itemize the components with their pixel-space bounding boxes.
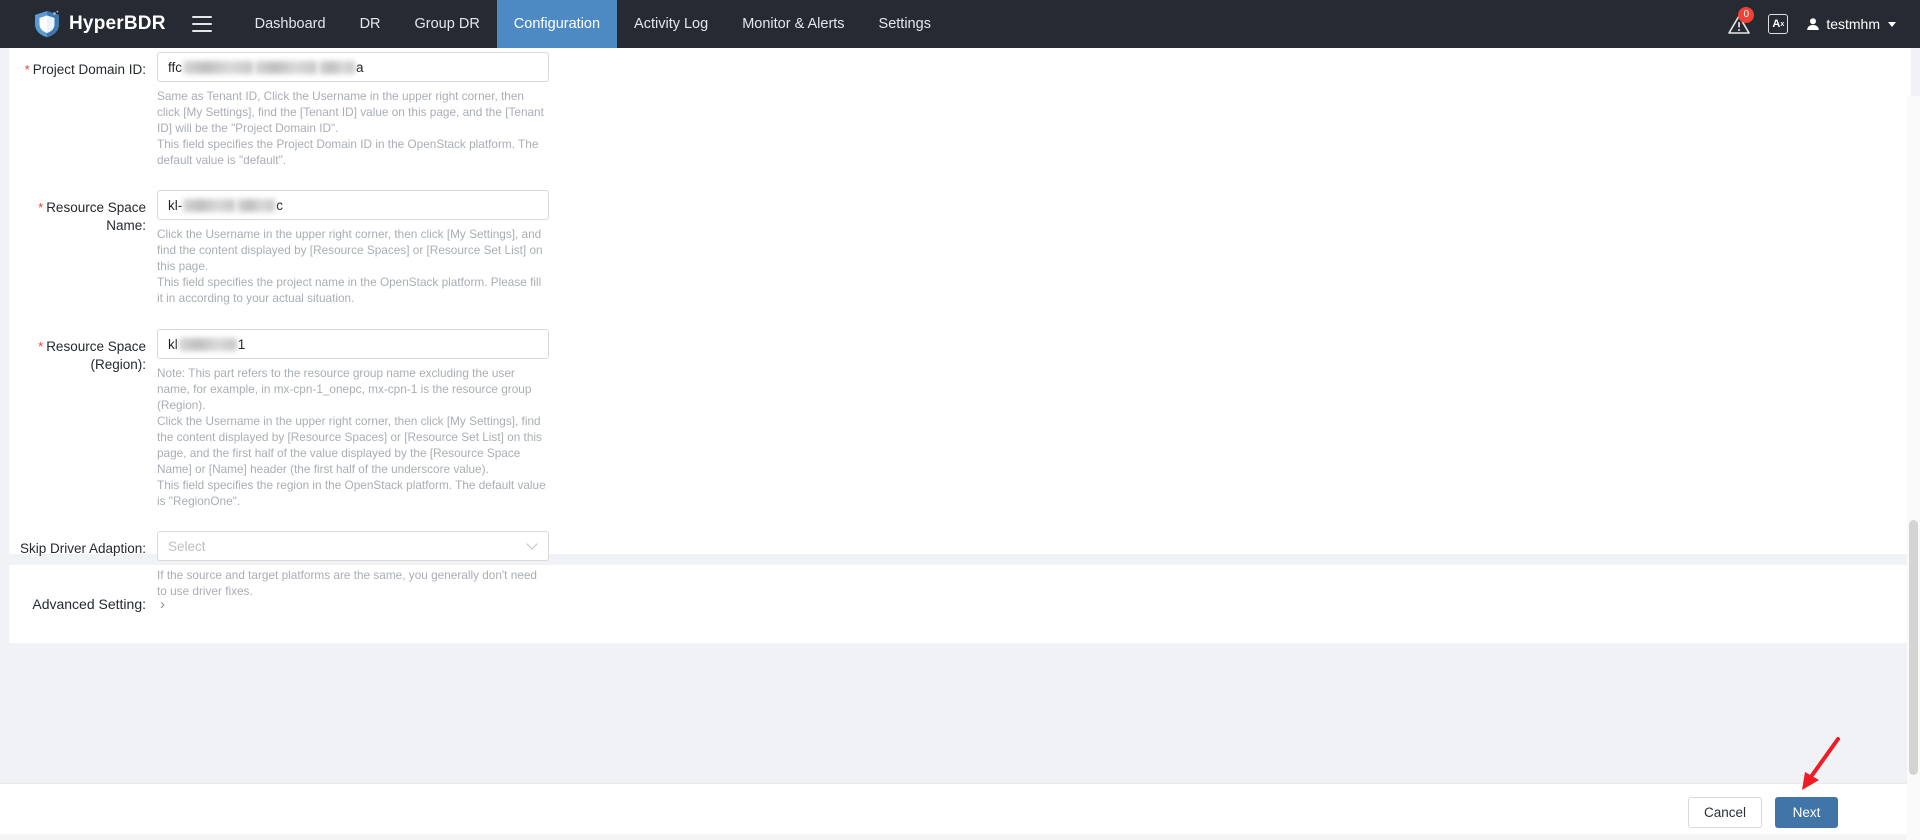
help-text-skip-driver-adaption: If the source and target platforms are t… bbox=[157, 568, 537, 598]
user-avatar-icon bbox=[1807, 18, 1820, 30]
skip-driver-adaption-select[interactable]: Select bbox=[157, 531, 549, 561]
brand-name: HyperBDR bbox=[69, 13, 166, 34]
translate-sup: x bbox=[1780, 20, 1785, 28]
redacted-text bbox=[178, 338, 237, 352]
skip-driver-adaption-placeholder: Select bbox=[168, 538, 206, 554]
cancel-button[interactable]: Cancel bbox=[1687, 796, 1762, 828]
resource-space-name-input[interactable]: kl-c bbox=[157, 190, 549, 220]
redacted-text bbox=[255, 61, 318, 75]
top-navigation-bar: HyperBDR Dashboard DR Group DR Configura… bbox=[0, 0, 1920, 48]
field-resource-space-name: * Resource Space Name: kl-c Click the Use… bbox=[9, 168, 1911, 306]
field-control-resource-space-name: kl-c Click the Username in the upper rig… bbox=[157, 190, 549, 306]
help-text-project-domain-id: Same as Tenant ID, Click the Username in… bbox=[157, 89, 544, 167]
required-marker: * bbox=[38, 200, 44, 215]
field-project-domain-id: * Project Domain ID: ffc a Same as Tenant … bbox=[9, 48, 1911, 168]
main-nav: Dashboard DR Group DR Configuration Acti… bbox=[238, 0, 948, 48]
field-label-resource-space-region: * Resource Space (Region): bbox=[38, 339, 146, 372]
help-text-resource-space-region: Note: This part refers to the resource g… bbox=[157, 366, 546, 508]
resource-space-name-value: kl-c bbox=[168, 197, 283, 213]
username-label: testmhm bbox=[1826, 16, 1880, 32]
nav-item-monitor-alerts[interactable]: Monitor & Alerts bbox=[725, 0, 861, 48]
alert-count-badge: 0 bbox=[1738, 7, 1755, 23]
nav-item-settings[interactable]: Settings bbox=[862, 0, 948, 48]
configuration-form-card: * Project Domain ID: ffc a Same as Tenant … bbox=[9, 48, 1911, 598]
resource-space-region-input[interactable]: kl 1 bbox=[157, 329, 549, 359]
nav-item-activity-log[interactable]: Activity Log bbox=[617, 0, 725, 48]
nav-item-group-dr[interactable]: Group DR bbox=[398, 0, 497, 48]
required-marker: * bbox=[38, 339, 44, 354]
next-button[interactable]: Next bbox=[1775, 796, 1838, 828]
help-text-resource-space-name: Click the Username in the upper right co… bbox=[157, 227, 543, 305]
vertical-scrollbar[interactable] bbox=[1907, 96, 1920, 840]
field-label-resource-space-name: * Resource Space Name: bbox=[38, 200, 146, 233]
field-label-project-domain-id: * Project Domain ID: bbox=[24, 62, 146, 77]
vertical-scrollbar-thumb[interactable] bbox=[1909, 520, 1918, 775]
top-right-actions: 0 Ax testmhm bbox=[1728, 0, 1920, 48]
nav-item-dashboard[interactable]: Dashboard bbox=[238, 0, 343, 48]
form-footer: Cancel Next bbox=[0, 783, 1920, 840]
hamburger-menu-icon[interactable] bbox=[191, 16, 212, 32]
chevron-down-icon bbox=[1888, 21, 1896, 27]
project-domain-id-input[interactable]: ffc a bbox=[157, 52, 549, 82]
field-control-skip-driver-adaption: Select If the source and target platform… bbox=[157, 531, 549, 599]
user-menu[interactable]: testmhm bbox=[1806, 16, 1896, 32]
redacted-text bbox=[319, 61, 356, 75]
nav-item-dr[interactable]: DR bbox=[343, 0, 398, 48]
field-skip-driver-adaption: Skip Driver Adaption: Select If the sour… bbox=[9, 509, 1911, 599]
project-domain-id-value: ffc a bbox=[168, 59, 364, 75]
redacted-text bbox=[237, 199, 276, 213]
brand-area[interactable]: HyperBDR bbox=[0, 10, 192, 38]
resource-space-region-value: kl 1 bbox=[168, 336, 246, 352]
field-label-skip-driver-adaption: Skip Driver Adaption: bbox=[19, 541, 146, 556]
redacted-text bbox=[183, 61, 254, 75]
translate-icon[interactable]: Ax bbox=[1768, 14, 1789, 34]
nav-item-configuration[interactable]: Configuration bbox=[496, 0, 618, 48]
field-resource-space-region: * Resource Space (Region): kl 1 Note: This… bbox=[9, 306, 1911, 509]
horizontal-scrollbar[interactable] bbox=[0, 834, 1907, 840]
page-body: * Project Domain ID: ffc a Same as Tenant … bbox=[0, 48, 1920, 840]
redacted-text bbox=[183, 199, 236, 213]
field-control-resource-space-region: kl 1 Note: This part refers to the resour… bbox=[157, 329, 549, 509]
translate-letter: A bbox=[1772, 18, 1781, 30]
field-control-project-domain-id: ffc a Same as Tenant ID, Click the Userna… bbox=[157, 52, 549, 168]
chevron-down-icon bbox=[526, 538, 538, 550]
alert-triangle-icon[interactable]: 0 bbox=[1728, 7, 1755, 35]
required-marker: * bbox=[24, 62, 30, 77]
shield-logo-icon bbox=[35, 10, 59, 38]
